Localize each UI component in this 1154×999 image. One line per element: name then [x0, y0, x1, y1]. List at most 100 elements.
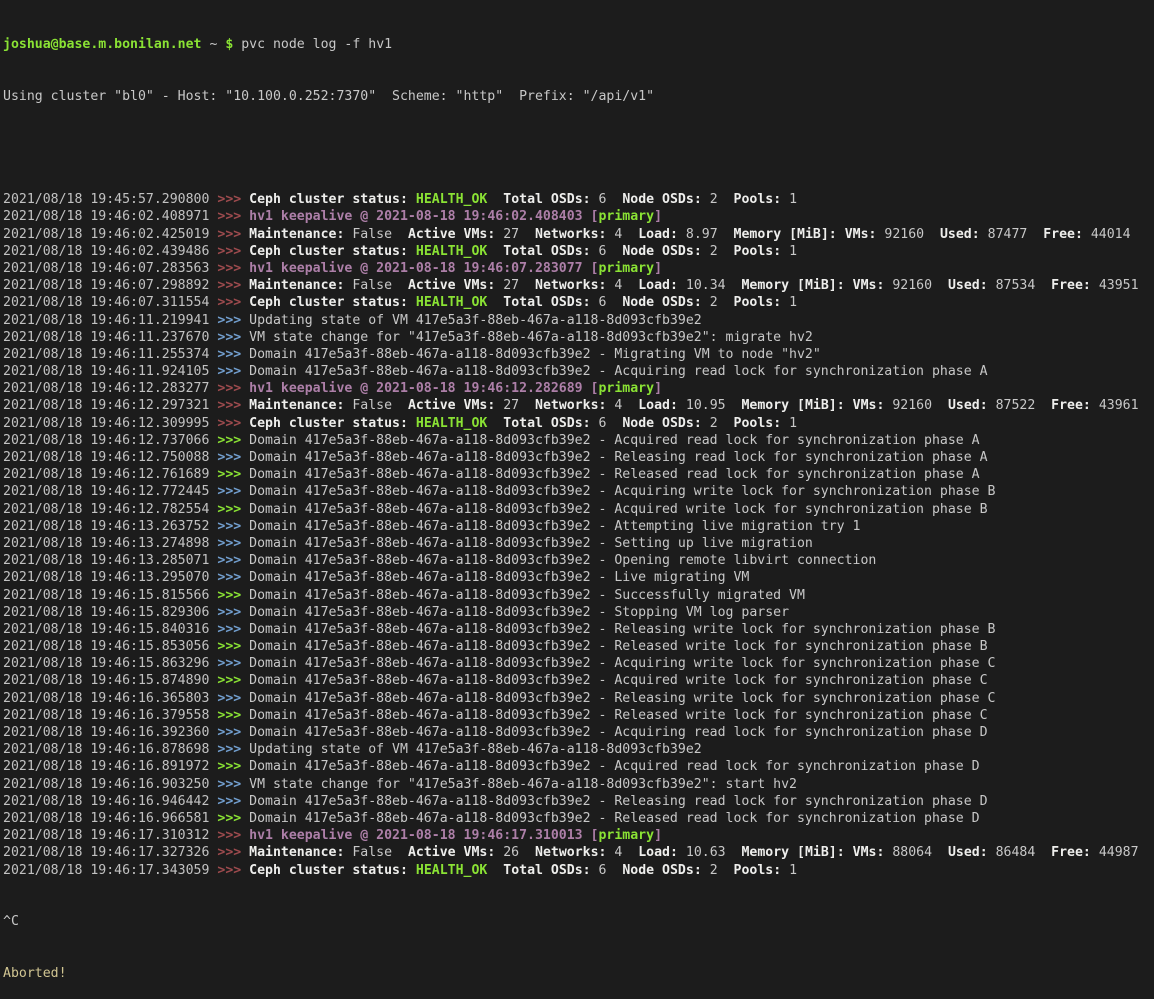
log-timestamp: 2021/08/18 19:46:12.750088	[3, 450, 217, 465]
log-prompt-marker: >>>	[217, 742, 249, 757]
log-segment: Domain 417e5a3f-88eb-467a-a118-8d093cfb3…	[249, 656, 995, 671]
abort-text: Aborted!	[3, 966, 67, 981]
log-line: 2021/08/18 19:46:07.311554 >>> Ceph clus…	[3, 294, 1154, 311]
log-timestamp: 2021/08/18 19:46:15.863296	[3, 656, 217, 671]
terminal-screen[interactable]: joshua@base.m.bonilan.net ~ $ pvc node l…	[0, 0, 1154, 999]
log-segment: Pools:	[734, 416, 782, 431]
log-line: 2021/08/18 19:46:15.829306 >>> Domain 41…	[3, 604, 1154, 621]
log-segment: Maintenance:	[249, 278, 344, 293]
log-timestamp: 2021/08/18 19:46:07.311554	[3, 295, 217, 310]
log-line: 2021/08/18 19:46:16.891972 >>> Domain 41…	[3, 758, 1154, 775]
log-line: 2021/08/18 19:46:07.283563 >>> hv1 keepa…	[3, 260, 1154, 277]
log-segment: Domain 417e5a3f-88eb-467a-a118-8d093cfb3…	[249, 691, 995, 706]
log-segment: Free:	[1051, 398, 1091, 413]
log-line: 2021/08/18 19:46:17.343059 >>> Ceph clus…	[3, 862, 1154, 879]
log-segment: Active VMs:	[408, 845, 495, 860]
log-segment: ]	[654, 209, 662, 224]
log-segment: HEALTH_OK	[416, 416, 487, 431]
log-timestamp: 2021/08/18 19:46:11.237670	[3, 330, 217, 345]
log-segment: Domain 417e5a3f-88eb-467a-a118-8d093cfb3…	[249, 433, 979, 448]
log-segment: 2	[702, 192, 734, 207]
log-line: 2021/08/18 19:46:13.285071 >>> Domain 41…	[3, 552, 1154, 569]
log-timestamp: 2021/08/18 19:46:02.408971	[3, 209, 217, 224]
interrupt-line: ^C	[3, 913, 1154, 930]
log-segment: 1	[781, 416, 797, 431]
log-prompt-marker: >>>	[217, 209, 249, 224]
log-segment: Domain 417e5a3f-88eb-467a-a118-8d093cfb3…	[249, 364, 987, 379]
log-segment: Domain 417e5a3f-88eb-467a-a118-8d093cfb3…	[249, 622, 995, 637]
log-prompt-marker: >>>	[217, 484, 249, 499]
log-prompt-marker: >>>	[217, 673, 249, 688]
log-segment	[487, 244, 503, 259]
log-prompt-marker: >>>	[217, 450, 249, 465]
log-segment: Domain 417e5a3f-88eb-467a-a118-8d093cfb3…	[249, 673, 987, 688]
log-segment: False	[344, 398, 408, 413]
log-segment	[837, 227, 845, 242]
log-timestamp: 2021/08/18 19:46:12.737066	[3, 433, 217, 448]
log-line: 2021/08/18 19:46:11.237670 >>> VM state …	[3, 329, 1154, 346]
log-segment: Free:	[1051, 278, 1091, 293]
log-timestamp: 2021/08/18 19:46:12.761689	[3, 467, 217, 482]
log-timestamp: 2021/08/18 19:46:16.878698	[3, 742, 217, 757]
log-segment: HEALTH_OK	[416, 863, 487, 878]
log-segment: 8.97	[678, 227, 734, 242]
log-segment: HEALTH_OK	[416, 192, 487, 207]
log-segment: 92160	[884, 278, 948, 293]
log-segment: HEALTH_OK	[416, 244, 487, 259]
log-segment: Used:	[948, 398, 988, 413]
log-prompt-marker: >>>	[217, 244, 249, 259]
log-segment: Updating state of VM 417e5a3f-88eb-467a-…	[249, 742, 702, 757]
log-timestamp: 2021/08/18 19:46:17.343059	[3, 863, 217, 878]
log-segment: 10.34	[678, 278, 742, 293]
log-segment: Domain 417e5a3f-88eb-467a-a118-8d093cfb3…	[249, 725, 987, 740]
log-segment: Ceph cluster status:	[249, 295, 408, 310]
log-prompt-marker: >>>	[217, 227, 249, 242]
log-segment: Node OSDs:	[622, 295, 701, 310]
log-segment: Pools:	[734, 244, 782, 259]
blank-line	[3, 140, 1154, 157]
log-segment: Networks:	[535, 278, 606, 293]
log-timestamp: 2021/08/18 19:46:17.310312	[3, 828, 217, 843]
log-timestamp: 2021/08/18 19:46:13.263752	[3, 519, 217, 534]
log-segment: Domain 417e5a3f-88eb-467a-a118-8d093cfb3…	[249, 759, 979, 774]
log-segment: 6	[591, 416, 623, 431]
log-segment: 6	[591, 863, 623, 878]
log-segment: VMs:	[853, 278, 885, 293]
log-segment: Domain 417e5a3f-88eb-467a-a118-8d093cfb3…	[249, 588, 805, 603]
log-segment	[487, 416, 503, 431]
log-segment: Node OSDs:	[622, 416, 701, 431]
command-text: pvc node log -f hv1	[233, 37, 392, 52]
log-segment: Load:	[638, 227, 678, 242]
log-segment: Networks:	[535, 845, 606, 860]
log-prompt-marker: >>>	[217, 605, 249, 620]
log-segment	[845, 845, 853, 860]
interrupt-text: ^C	[3, 914, 19, 929]
log-line: 2021/08/18 19:46:16.966581 >>> Domain 41…	[3, 810, 1154, 827]
log-timestamp: 2021/08/18 19:46:15.815566	[3, 588, 217, 603]
log-segment: ]	[654, 828, 662, 843]
log-segment: 4	[606, 398, 638, 413]
log-segment	[487, 192, 503, 207]
log-segment	[408, 244, 416, 259]
log-line: 2021/08/18 19:46:07.298892 >>> Maintenan…	[3, 277, 1154, 294]
log-prompt-marker: >>>	[217, 570, 249, 585]
log-segment: Domain 417e5a3f-88eb-467a-a118-8d093cfb3…	[249, 519, 860, 534]
log-timestamp: 2021/08/18 19:46:16.891972	[3, 759, 217, 774]
log-segment: Domain 417e5a3f-88eb-467a-a118-8d093cfb3…	[249, 553, 876, 568]
log-segment: hv1 keepalive @ 2021-08-18 19:46:12.2826…	[249, 381, 598, 396]
log-segment: 6	[591, 244, 623, 259]
log-prompt-marker: >>>	[217, 639, 249, 654]
log-segment: False	[344, 845, 408, 860]
log-prompt-marker: >>>	[217, 433, 249, 448]
log-segment: Free:	[1043, 227, 1083, 242]
log-prompt-marker: >>>	[217, 381, 249, 396]
log-segment: 43961	[1091, 398, 1139, 413]
log-timestamp: 2021/08/18 19:46:16.966581	[3, 811, 217, 826]
log-timestamp: 2021/08/18 19:46:11.924105	[3, 364, 217, 379]
log-line: 2021/08/18 19:45:57.290800 >>> Ceph clus…	[3, 191, 1154, 208]
log-segment: Used:	[948, 278, 988, 293]
log-prompt-marker: >>>	[217, 519, 249, 534]
log-segment: 27	[495, 278, 535, 293]
log-segment: Domain 417e5a3f-88eb-467a-a118-8d093cfb3…	[249, 570, 749, 585]
log-segment: 92160	[876, 227, 940, 242]
